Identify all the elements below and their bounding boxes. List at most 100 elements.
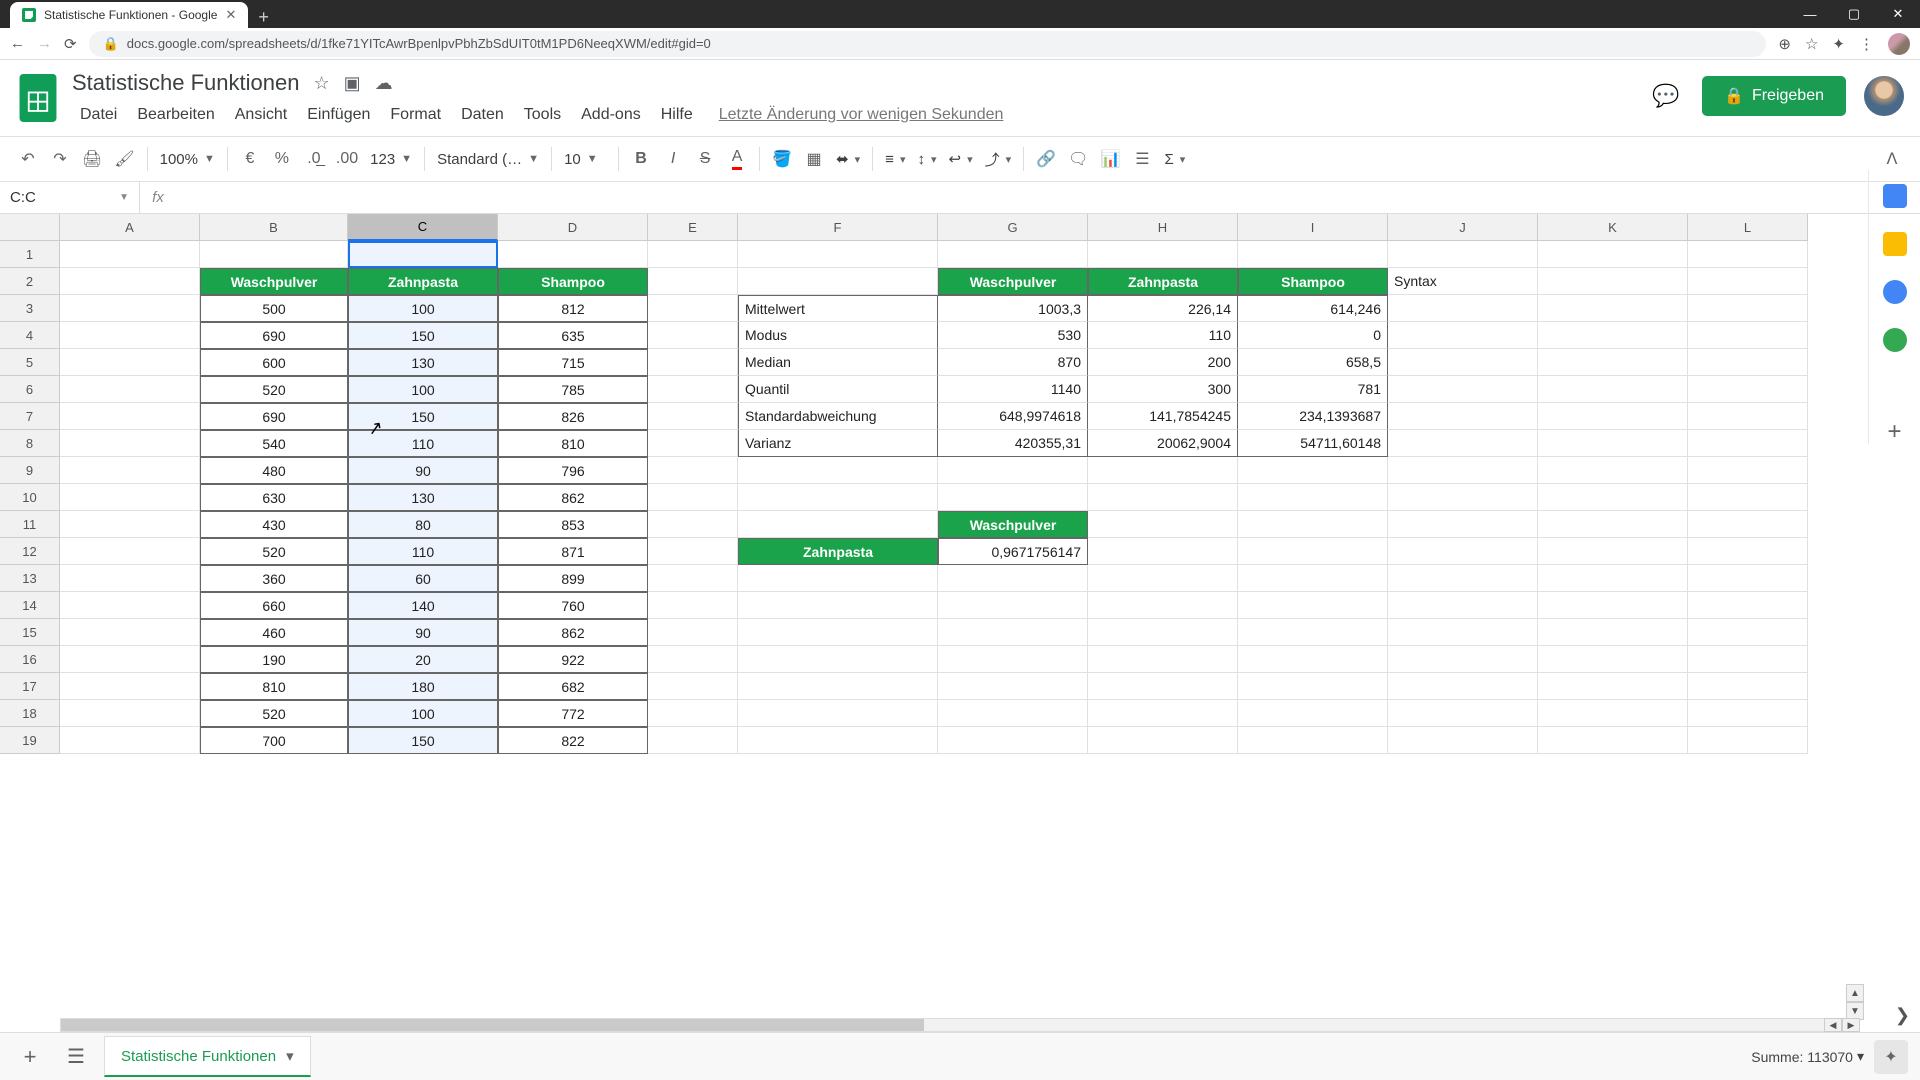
cell-A9[interactable] <box>60 457 200 484</box>
cell-G7[interactable]: 648,9974618 <box>938 403 1088 430</box>
cell-K10[interactable] <box>1538 484 1688 511</box>
cell-H18[interactable] <box>1088 700 1238 727</box>
cell-I10[interactable] <box>1238 484 1388 511</box>
cell-G6[interactable]: 1140 <box>938 376 1088 403</box>
cell-E12[interactable] <box>648 538 738 565</box>
cell-A3[interactable] <box>60 295 200 322</box>
cell-B7[interactable]: 690 <box>200 403 348 430</box>
cell-E5[interactable] <box>648 349 738 376</box>
fill-color-button[interactable]: 🪣 <box>768 143 796 175</box>
cell-C3[interactable]: 100 <box>348 295 498 322</box>
add-addon-icon[interactable]: + <box>1883 420 1907 444</box>
cell-D3[interactable]: 812 <box>498 295 648 322</box>
cell-G14[interactable] <box>938 592 1088 619</box>
cells-area[interactable]: WaschpulverZahnpastaShampooWaschpulverZa… <box>60 241 1808 754</box>
column-headers[interactable]: ABCDEFGHIJKL <box>60 214 1808 241</box>
cell-L13[interactable] <box>1688 565 1808 592</box>
cell-A15[interactable] <box>60 619 200 646</box>
menu-item-hilfe[interactable]: Hilfe <box>653 102 701 128</box>
close-window-button[interactable]: ✕ <box>1876 0 1920 28</box>
cell-D8[interactable]: 810 <box>498 430 648 457</box>
row-header-17[interactable]: 17 <box>0 673 60 700</box>
cell-E10[interactable] <box>648 484 738 511</box>
cell-H5[interactable]: 200 <box>1088 349 1238 376</box>
cell-G4[interactable]: 530 <box>938 322 1088 349</box>
cell-C10[interactable]: 130 <box>348 484 498 511</box>
cell-E17[interactable] <box>648 673 738 700</box>
cell-B14[interactable]: 660 <box>200 592 348 619</box>
col-header-G[interactable]: G <box>938 214 1088 241</box>
reload-button[interactable]: ⟳ <box>64 35 77 53</box>
cell-F18[interactable] <box>738 700 938 727</box>
menu-item-bearbeiten[interactable]: Bearbeiten <box>129 102 222 128</box>
cell-L16[interactable] <box>1688 646 1808 673</box>
cell-F5[interactable]: Median <box>738 349 938 376</box>
cell-A2[interactable] <box>60 268 200 295</box>
cell-L12[interactable] <box>1688 538 1808 565</box>
cell-D16[interactable]: 922 <box>498 646 648 673</box>
cell-D5[interactable]: 715 <box>498 349 648 376</box>
row-header-9[interactable]: 9 <box>0 457 60 484</box>
cell-K19[interactable] <box>1538 727 1688 754</box>
cell-I8[interactable]: 54711,60148 <box>1238 430 1388 457</box>
maximize-button[interactable]: ▢ <box>1832 0 1876 28</box>
cell-J3[interactable] <box>1388 295 1538 322</box>
url-field[interactable]: 🔒 docs.google.com/spreadsheets/d/1fke71Y… <box>89 31 1767 57</box>
cell-A8[interactable] <box>60 430 200 457</box>
cell-J6[interactable] <box>1388 376 1538 403</box>
cell-H19[interactable] <box>1088 727 1238 754</box>
cell-G1[interactable] <box>938 241 1088 268</box>
cell-G11[interactable]: Waschpulver <box>938 511 1088 538</box>
cell-B2[interactable]: Waschpulver <box>200 268 348 295</box>
cell-G8[interactable]: 420355,31 <box>938 430 1088 457</box>
cell-F9[interactable] <box>738 457 938 484</box>
cell-J2[interactable]: Syntax <box>1388 268 1538 295</box>
cell-E18[interactable] <box>648 700 738 727</box>
cell-G19[interactable] <box>938 727 1088 754</box>
menu-item-format[interactable]: Format <box>382 102 449 128</box>
cell-H4[interactable]: 110 <box>1088 322 1238 349</box>
cell-F19[interactable] <box>738 727 938 754</box>
cell-J8[interactable] <box>1388 430 1538 457</box>
cell-I16[interactable] <box>1238 646 1388 673</box>
cell-F11[interactable] <box>738 511 938 538</box>
halign-button[interactable]: ≡▾ <box>881 151 909 168</box>
cell-B1[interactable] <box>200 241 348 268</box>
menu-item-einfügen[interactable]: Einfügen <box>299 102 378 128</box>
cell-A1[interactable] <box>60 241 200 268</box>
cell-G12[interactable]: 0,9671756147 <box>938 538 1088 565</box>
col-header-K[interactable]: K <box>1538 214 1688 241</box>
cell-K17[interactable] <box>1538 673 1688 700</box>
cell-I17[interactable] <box>1238 673 1388 700</box>
cell-E8[interactable] <box>648 430 738 457</box>
decrease-decimal-button[interactable]: .0̲ <box>300 144 328 174</box>
cell-E14[interactable] <box>648 592 738 619</box>
col-header-F[interactable]: F <box>738 214 938 241</box>
tasks-icon[interactable] <box>1883 280 1907 304</box>
cell-C4[interactable]: 150 <box>348 322 498 349</box>
row-header-7[interactable]: 7 <box>0 403 60 430</box>
cell-L6[interactable] <box>1688 376 1808 403</box>
cell-C2[interactable]: Zahnpasta <box>348 268 498 295</box>
user-avatar[interactable] <box>1864 76 1904 116</box>
cell-H15[interactable] <box>1088 619 1238 646</box>
cell-K4[interactable] <box>1538 322 1688 349</box>
cell-E15[interactable] <box>648 619 738 646</box>
cell-D15[interactable]: 862 <box>498 619 648 646</box>
cell-J15[interactable] <box>1388 619 1538 646</box>
cell-D7[interactable]: 826 <box>498 403 648 430</box>
zoom-icon[interactable]: ⊕ <box>1778 35 1791 53</box>
cell-D12[interactable]: 871 <box>498 538 648 565</box>
cell-K11[interactable] <box>1538 511 1688 538</box>
cell-G15[interactable] <box>938 619 1088 646</box>
menu-item-daten[interactable]: Daten <box>453 102 512 128</box>
cell-G17[interactable] <box>938 673 1088 700</box>
strike-button[interactable]: S <box>691 144 719 174</box>
rotate-button[interactable]: ⤴▾ <box>981 149 1016 170</box>
functions-button[interactable]: Σ▾ <box>1160 151 1189 168</box>
minimize-button[interactable]: — <box>1788 0 1832 28</box>
cell-A16[interactable] <box>60 646 200 673</box>
cell-D4[interactable]: 635 <box>498 322 648 349</box>
cell-I19[interactable] <box>1238 727 1388 754</box>
cell-H11[interactable] <box>1088 511 1238 538</box>
